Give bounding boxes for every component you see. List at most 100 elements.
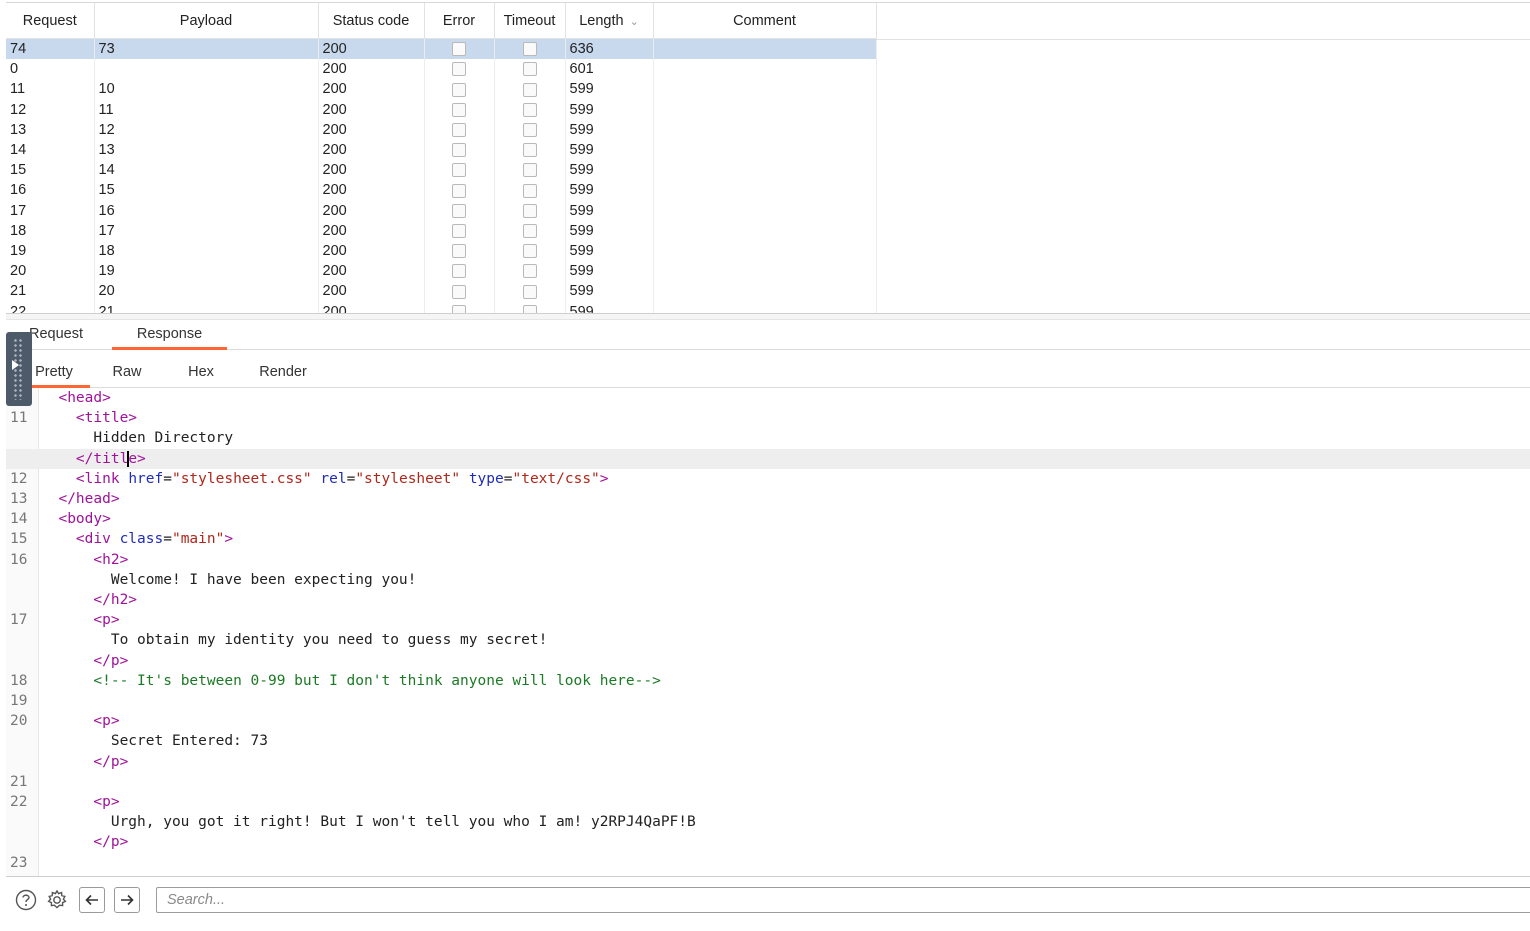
code-line: 21 xyxy=(6,772,1530,792)
tab-response[interactable]: Response xyxy=(112,319,227,350)
help-circle-icon[interactable] xyxy=(14,888,38,912)
error-checkbox xyxy=(452,163,466,178)
gear-icon[interactable] xyxy=(45,888,69,912)
code-line: </p> xyxy=(6,752,1530,772)
cell-error xyxy=(424,281,495,302)
cell-comment xyxy=(653,119,877,140)
column-header-request[interactable]: Request xyxy=(6,3,95,39)
cell-request: 18 xyxy=(6,220,95,241)
code-line: 14 <body> xyxy=(6,509,1530,529)
code-text: Secret Entered: 73 xyxy=(41,731,268,751)
search-input[interactable] xyxy=(156,887,1530,913)
table-row[interactable]: 16 15 200 599 xyxy=(6,180,877,201)
cell-status-code: 200 xyxy=(318,220,425,241)
column-header-comment[interactable]: Comment xyxy=(653,3,877,39)
code-token: <div xyxy=(75,531,120,548)
table-row[interactable]: 14 13 200 599 xyxy=(6,139,877,161)
arrow-right-icon[interactable] xyxy=(114,887,140,913)
line-number: 22 xyxy=(10,794,28,810)
error-checkbox xyxy=(452,102,466,117)
column-header-length[interactable]: Length ⌄ xyxy=(565,3,654,39)
timeout-checkbox xyxy=(522,223,537,238)
table-row[interactable]: 0 200 601 xyxy=(6,59,877,80)
column-header-timeout[interactable]: Timeout xyxy=(494,3,566,39)
code-token: <link xyxy=(75,470,129,487)
cell-error xyxy=(424,261,495,282)
cell-length: 599 xyxy=(565,180,654,201)
line-number: 14 xyxy=(10,511,28,528)
cell-length: 599 xyxy=(565,240,654,262)
cell-error xyxy=(424,180,495,201)
expand-arrow-icon[interactable] xyxy=(12,360,19,370)
table-row[interactable]: 20 19 200 599 xyxy=(6,261,877,282)
response-code-editor[interactable]: 10 <head>11 <title> Hidden Directory </t… xyxy=(6,388,1530,876)
code-text: <title> xyxy=(41,408,137,428)
tab-render[interactable]: Render xyxy=(250,356,316,387)
code-line: 17 <p> xyxy=(6,610,1530,630)
cell-status-code: 200 xyxy=(318,99,425,120)
timeout-checkbox xyxy=(522,62,537,77)
code-text: <h2> xyxy=(41,550,128,570)
cell-status-code: 200 xyxy=(318,38,425,60)
code-token: Secret Entered: 73 xyxy=(110,733,268,750)
line-number: 19 xyxy=(10,693,28,709)
code-text: <body> xyxy=(41,509,110,529)
timeout-checkbox xyxy=(522,183,537,198)
line-number: 15 xyxy=(10,531,28,548)
column-header-payload[interactable]: Payload xyxy=(94,3,319,39)
table-row[interactable]: 15 14 200 599 xyxy=(6,160,877,181)
code-token: rel xyxy=(320,470,347,487)
table-row[interactable]: 17 16 200 599 xyxy=(6,200,877,221)
cell-request: 12 xyxy=(6,99,95,120)
sort-descending-icon[interactable]: ⌄ xyxy=(630,15,639,28)
code-token: "stylesheet" xyxy=(355,470,461,487)
table-row[interactable]: 12 11 200 599 xyxy=(6,99,877,120)
code-token: <head> xyxy=(58,390,111,406)
line-number: 21 xyxy=(10,773,28,790)
code-token: </p> xyxy=(93,753,129,770)
code-text: </h2> xyxy=(41,590,137,610)
column-header-status-code[interactable]: Status code xyxy=(318,3,425,39)
inspector-toggle-handle[interactable] xyxy=(6,332,32,406)
line-number: 11 xyxy=(10,410,28,427)
cell-status-code: 200 xyxy=(318,119,425,140)
code-text: </p> xyxy=(41,752,128,772)
line-number: 18 xyxy=(10,672,28,689)
code-token: <p> xyxy=(93,794,120,810)
code-line: To obtain my identity you need to guess … xyxy=(6,630,1530,650)
cell-payload: 18 xyxy=(94,240,319,262)
cell-comment xyxy=(653,200,877,221)
code-token: href xyxy=(128,470,164,487)
table-row[interactable]: 74 73 200 636 xyxy=(6,38,877,60)
intruder-results-table: Request Payload Status code Error Timeou… xyxy=(6,2,1530,315)
table-row[interactable]: 18 17 200 599 xyxy=(6,220,877,241)
cell-timeout xyxy=(494,261,566,282)
tab-hex[interactable]: Hex xyxy=(178,356,224,387)
cell-timeout xyxy=(494,38,566,60)
cell-request: 15 xyxy=(6,160,95,181)
line-number: 16 xyxy=(10,551,28,568)
arrow-left-icon[interactable] xyxy=(79,887,105,913)
cell-request: 19 xyxy=(6,240,95,262)
code-token: = xyxy=(163,470,172,487)
error-checkbox xyxy=(452,203,466,218)
code-text: <p> xyxy=(41,711,119,731)
table-row[interactable]: 11 10 200 599 xyxy=(6,79,877,100)
cell-timeout xyxy=(494,281,566,302)
table-row[interactable]: 19 18 200 599 xyxy=(6,240,877,262)
column-header-error[interactable]: Error xyxy=(424,3,495,39)
cell-error xyxy=(424,240,495,262)
error-checkbox xyxy=(452,143,466,158)
table-row[interactable]: 21 20 200 599 xyxy=(6,281,877,302)
code-text: </head> xyxy=(41,489,119,509)
tab-raw[interactable]: Raw xyxy=(102,356,152,387)
table-header-row: Request Payload Status code Error Timeou… xyxy=(6,3,877,39)
table-row[interactable]: 13 12 200 599 xyxy=(6,119,877,140)
timeout-checkbox xyxy=(522,42,537,57)
cell-timeout xyxy=(494,99,566,120)
code-line: 19 xyxy=(6,691,1530,711)
table-header-filler xyxy=(876,3,1530,40)
cell-status-code: 200 xyxy=(318,59,425,80)
code-line: 22 <p> xyxy=(6,792,1530,812)
timeout-checkbox xyxy=(522,244,537,259)
